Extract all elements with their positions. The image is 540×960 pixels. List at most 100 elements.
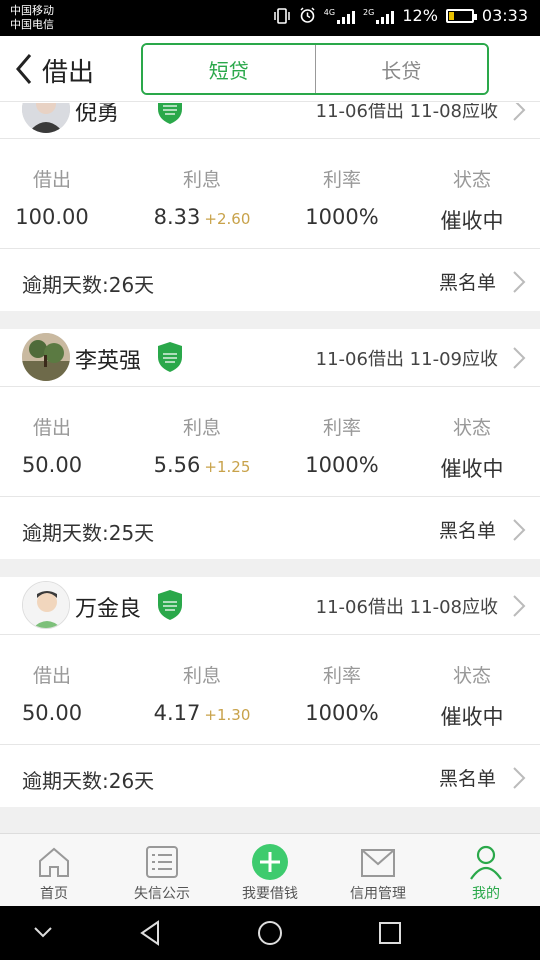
interest-value: 8.33: [153, 205, 201, 229]
home-circle-icon[interactable]: [256, 919, 284, 947]
loan-label: 借出: [32, 417, 71, 439]
tab-borrow-label: 我要借钱: [242, 886, 298, 902]
carrier-2: 中国电信: [10, 18, 54, 31]
tab-credit-label: 信用管理: [350, 886, 406, 902]
loan-amount: 50.00: [21, 453, 83, 477]
loan-card-header[interactable]: 李英强 11-06借出 11-09应收: [0, 329, 540, 387]
status-label: 状态: [452, 417, 491, 439]
interest-extra: +2.60: [204, 210, 251, 228]
recents-square-icon[interactable]: [378, 921, 402, 945]
loan-card-footer[interactable]: 逾期天数:26天 黑名单: [0, 745, 540, 807]
signal-4g-icon: 4G: [323, 7, 356, 24]
loan-label: 借出: [32, 169, 71, 191]
chevron-right-icon: [513, 271, 526, 293]
battery-icon: [445, 8, 477, 23]
top-nav: 借出 短贷 长贷: [0, 36, 540, 102]
guarantee-shield-icon: [158, 342, 182, 372]
guarantee-shield-icon: [158, 590, 182, 620]
status-value: 催收中: [440, 457, 504, 481]
overdue-days: 逾期天数:26天: [22, 273, 155, 297]
rate-label: 利率: [322, 417, 361, 439]
loan-amount: 50.00: [21, 701, 83, 725]
loan-stats: 借出 50.00 利息 4.17 +1.30 利率 1000% 状态 催收中: [0, 635, 540, 745]
avatar: [22, 333, 70, 381]
status-value: 催收中: [440, 705, 504, 729]
loan-dates: 11-06借出 11-08应收: [315, 103, 498, 122]
chevron-right-icon: [513, 767, 526, 789]
chevron-right-icon: [513, 103, 526, 121]
avatar: [22, 103, 70, 133]
tab-short-loan[interactable]: 短贷: [143, 45, 315, 93]
loan-card-footer[interactable]: 逾期天数:25天 黑名单: [0, 497, 540, 559]
blacklist-link[interactable]: 黑名单: [439, 516, 496, 543]
guarantee-shield-icon: [158, 103, 182, 124]
interest-extra: +1.25: [204, 458, 251, 476]
chevron-down-icon[interactable]: [32, 924, 54, 940]
rate-label: 利率: [322, 665, 361, 687]
clock: 03:33: [481, 6, 528, 25]
back-triangle-icon[interactable]: [138, 919, 162, 947]
loan-card-footer[interactable]: 逾期天数:26天 黑名单: [0, 249, 540, 311]
carrier-1: 中国移动: [10, 4, 54, 17]
tab-borrow[interactable]: 我要借钱: [216, 834, 324, 906]
page-title: 借出: [42, 58, 95, 88]
tab-home[interactable]: 首页: [0, 834, 108, 906]
rate-label: 利率: [322, 169, 361, 191]
chevron-right-icon: [513, 595, 526, 617]
network-2g-label: 2G: [363, 7, 375, 17]
loan-card-header[interactable]: 倪勇 11-06借出 11-08应收: [0, 103, 540, 139]
rate-value: 1000%: [305, 453, 379, 477]
status-value: 催收中: [440, 209, 504, 233]
home-icon: [39, 847, 69, 877]
loan-card: 倪勇 11-06借出 11-08应收 借出 100.00 利息 8.33 +2.6…: [0, 103, 540, 311]
loan-amount: 100.00: [15, 205, 89, 229]
loan-dates: 11-06借出 11-08应收: [315, 597, 498, 618]
system-nav-bar: [0, 906, 540, 960]
overdue-days: 逾期天数:25天: [22, 521, 155, 545]
plus-circle-icon: [252, 844, 288, 880]
tab-mine[interactable]: 我的: [432, 834, 540, 906]
overdue-days: 逾期天数:26天: [22, 769, 155, 793]
loan-label: 借出: [32, 665, 71, 687]
vibrate-icon: [273, 7, 290, 24]
loan-card: 李英强 11-06借出 11-09应收 借出 50.00 利息 5.56 +1.2…: [0, 329, 540, 559]
signal-2g-icon: 2G: [363, 7, 395, 24]
carrier-info: 中国移动 中国电信: [10, 4, 54, 32]
rate-value: 1000%: [305, 205, 379, 229]
loan-card-header[interactable]: 万金良 11-06借出 11-08应收: [0, 577, 540, 635]
interest-value-wrap: 4.17 +1.30: [150, 701, 254, 725]
loan-dates: 11-06借出 11-09应收: [315, 349, 498, 370]
interest-label: 利息: [182, 169, 221, 191]
interest-value-wrap: 5.56 +1.25: [150, 453, 254, 477]
tab-dishonesty[interactable]: 失信公示: [108, 834, 216, 906]
chevron-right-icon: [513, 519, 526, 541]
interest-value-wrap: 8.33 +2.60: [150, 205, 254, 229]
list-document-icon: [146, 846, 178, 878]
back-arrow-icon[interactable]: [10, 51, 40, 87]
loan-type-segmented: 短贷 长贷: [141, 43, 489, 95]
status-label: 状态: [452, 665, 491, 687]
status-icons: 4G 2G 12% 03:33: [273, 6, 528, 25]
network-4g-label: 4G: [323, 7, 336, 17]
status-bar: 中国移动 中国电信 4G 2G 12% 03:33: [0, 0, 540, 36]
interest-extra: +1.30: [204, 706, 251, 724]
bottom-tab-bar: 首页 失信公示 我要借钱 信用管理 我的: [0, 833, 540, 906]
blacklist-link[interactable]: 黑名单: [439, 268, 496, 295]
interest-label: 利息: [182, 417, 221, 439]
tab-long-loan[interactable]: 长贷: [314, 45, 487, 93]
blacklist-link[interactable]: 黑名单: [439, 764, 496, 791]
loan-stats: 借出 50.00 利息 5.56 +1.25 利率 1000% 状态 催收中: [0, 387, 540, 497]
tab-credit[interactable]: 信用管理: [324, 834, 432, 906]
status-label: 状态: [452, 169, 491, 191]
interest-label: 利息: [182, 665, 221, 687]
tab-home-label: 首页: [40, 886, 68, 902]
battery-percent: 12%: [402, 6, 438, 25]
loan-card: 万金良 11-06借出 11-08应收 借出 50.00 利息 4.17 +1.3…: [0, 577, 540, 807]
alarm-icon: [300, 7, 315, 23]
user-icon: [470, 845, 502, 880]
rate-value: 1000%: [305, 701, 379, 725]
tab-mine-label: 我的: [472, 886, 500, 902]
loan-stats: 借出 100.00 利息 8.33 +2.60 利率 1000% 状态 催收中: [0, 139, 540, 249]
avatar: [22, 581, 70, 629]
borrower-name: 倪勇: [75, 103, 120, 126]
